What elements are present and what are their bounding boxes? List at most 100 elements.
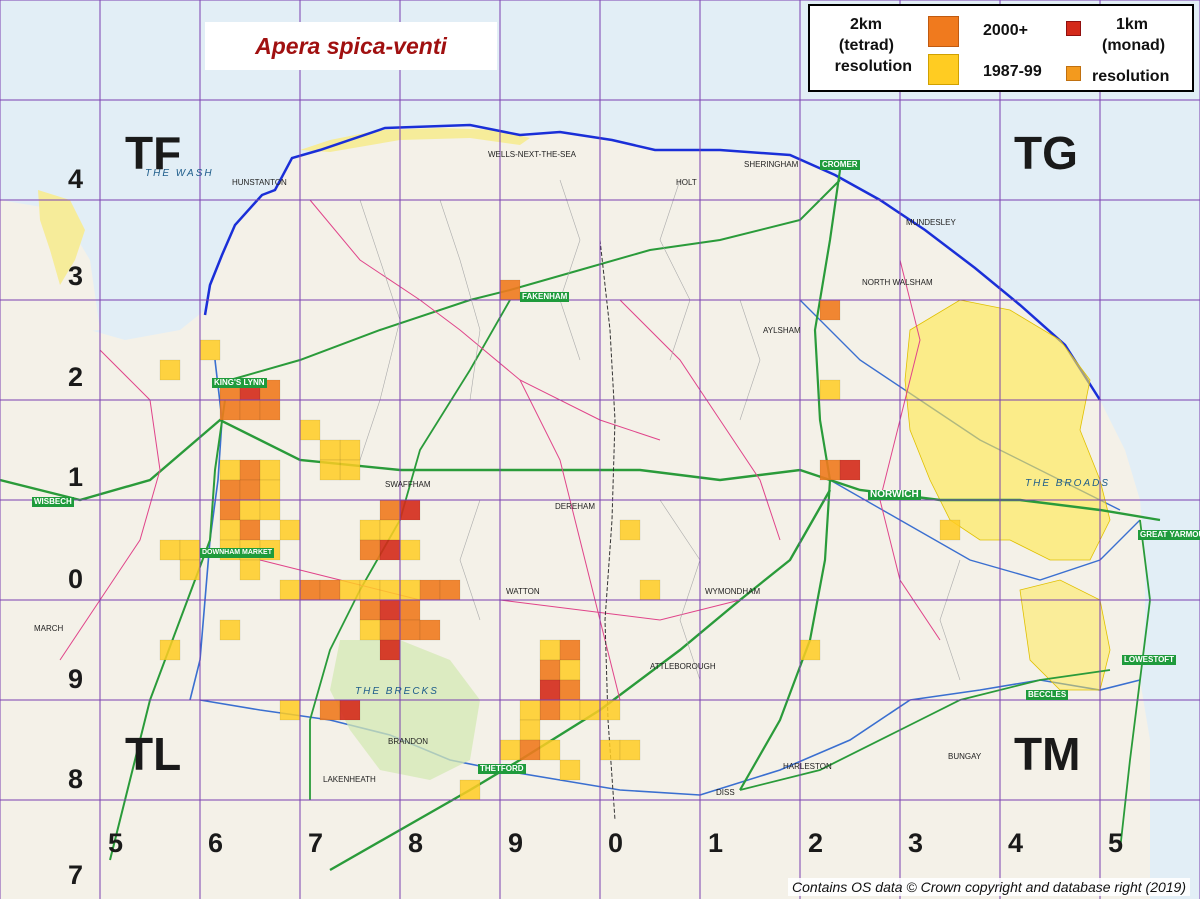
col-label-3: 3 [908, 828, 924, 858]
record-tetrad-recent [819, 459, 841, 481]
record-tetrad-old [339, 579, 361, 601]
row-label-0: 0 [68, 564, 84, 594]
place-beccles: BECCLES [1026, 690, 1069, 700]
record-tetrad-old [279, 699, 301, 721]
record-tetrad-old [219, 459, 241, 481]
place-harleston: HARLESTON [783, 762, 832, 771]
col-label-7: 7 [308, 828, 324, 858]
attribution: Contains OS data © Crown copyright and d… [788, 878, 1190, 896]
place-norwich: NORWICH [868, 489, 921, 500]
record-tetrad-old [339, 439, 361, 461]
row-label-9: 9 [68, 664, 84, 694]
record-monad-recent [339, 699, 361, 721]
col-label-6: 6 [208, 828, 224, 858]
record-tetrad-recent [239, 459, 261, 481]
record-tetrad-recent [259, 399, 281, 421]
record-tetrad-recent [439, 579, 461, 601]
row-label-4: 4 [68, 164, 84, 194]
record-tetrad-old [379, 519, 401, 541]
record-tetrad-old [279, 519, 301, 541]
legend-swatch-monad-recent [1066, 21, 1081, 36]
record-tetrad-old [259, 499, 281, 521]
record-monad-recent [839, 459, 861, 481]
record-monad-recent [379, 599, 401, 621]
place-attleborough: ATTLEBOROUGH [650, 662, 716, 671]
row-label-2: 2 [68, 362, 84, 392]
legend-recent-label: 2000+ [983, 22, 1028, 39]
record-tetrad-old [519, 719, 541, 741]
row-label-7: 7 [68, 860, 84, 890]
record-tetrad-old [219, 519, 241, 541]
place-wisbech: WISBECH [32, 497, 74, 507]
record-tetrad-old [239, 499, 261, 521]
record-tetrad-old [539, 639, 561, 661]
record-tetrad-recent [539, 659, 561, 681]
region-label-tl: TL [125, 728, 182, 780]
record-tetrad-recent [519, 739, 541, 761]
place-watton: WATTON [506, 587, 540, 596]
record-tetrad-old [219, 619, 241, 641]
legend-monad-line3: resolution [1092, 68, 1170, 85]
record-tetrad-old [159, 539, 181, 561]
record-tetrad-old [519, 699, 541, 721]
record-monad-recent [539, 679, 561, 701]
legend-monad-line1: 1km [1116, 16, 1149, 33]
record-tetrad-recent [359, 539, 381, 561]
record-tetrad-old [559, 659, 581, 681]
record-monad-recent [379, 639, 401, 661]
place-holt: HOLT [676, 178, 697, 187]
record-tetrad-old [399, 579, 421, 601]
place-lakenheath: LAKENHEATH [323, 775, 376, 784]
record-tetrad-recent [379, 619, 401, 641]
record-tetrad-old [179, 559, 201, 581]
col-label-0: 0 [608, 828, 624, 858]
col-label-1: 1 [708, 828, 724, 858]
record-tetrad-old [799, 639, 821, 661]
record-tetrad-recent [559, 639, 581, 661]
place-north-walsham: NORTH WALSHAM [862, 278, 933, 287]
record-tetrad-old [319, 459, 341, 481]
record-tetrad-recent [539, 699, 561, 721]
record-tetrad-recent [319, 579, 341, 601]
record-tetrad-recent [419, 579, 441, 601]
record-tetrad-old [259, 479, 281, 501]
place-wells: WELLS-NEXT-THE-SEA [488, 150, 577, 159]
region-label-tf: TF [125, 127, 182, 179]
record-tetrad-old [399, 539, 421, 561]
place-swaffham: SWAFFHAM [385, 480, 431, 489]
place-lowestoft: LOWESTOFT [1122, 655, 1177, 665]
place-thetford: THETFORD [478, 764, 526, 774]
place-wymondham: WYMONDHAM [705, 587, 761, 596]
col-label-9: 9 [508, 828, 524, 858]
record-tetrad-recent [319, 699, 341, 721]
record-tetrad-old [299, 419, 321, 441]
record-tetrad-old [579, 699, 601, 721]
record-tetrad-old [619, 519, 641, 541]
legend-old-label: 1987-99 [983, 63, 1042, 80]
record-tetrad-old [159, 359, 181, 381]
record-monad-recent [379, 539, 401, 561]
col-label-4: 4 [1008, 828, 1024, 858]
record-tetrad-old [179, 539, 201, 561]
record-tetrad-recent [239, 519, 261, 541]
record-tetrad-old [459, 779, 481, 801]
place-bungay: BUNGAY [948, 752, 982, 761]
place-hunstanton: HUNSTANTON [232, 178, 287, 187]
record-tetrad-recent [239, 479, 261, 501]
place-great-yarmouth: GREAT YARMOUTH [1138, 530, 1200, 540]
row-label-8: 8 [68, 764, 84, 794]
legend-swatch-recent-tetrad [928, 16, 959, 47]
record-tetrad-old [559, 759, 581, 781]
record-monad-recent [399, 499, 421, 521]
place-kings-lynn: KING'S LYNN [212, 378, 267, 388]
record-tetrad-old [239, 559, 261, 581]
record-tetrad-old [599, 699, 621, 721]
place-march: MARCH [34, 624, 64, 633]
record-tetrad-old [539, 739, 561, 761]
legend: 2km (tetrad) resolution 2000+ 1987-99 1k… [808, 4, 1194, 92]
records-layer [159, 279, 961, 801]
place-cromer: CROMER [820, 160, 860, 170]
record-tetrad-old [339, 459, 361, 481]
record-tetrad-recent [559, 679, 581, 701]
record-tetrad-old [359, 519, 381, 541]
